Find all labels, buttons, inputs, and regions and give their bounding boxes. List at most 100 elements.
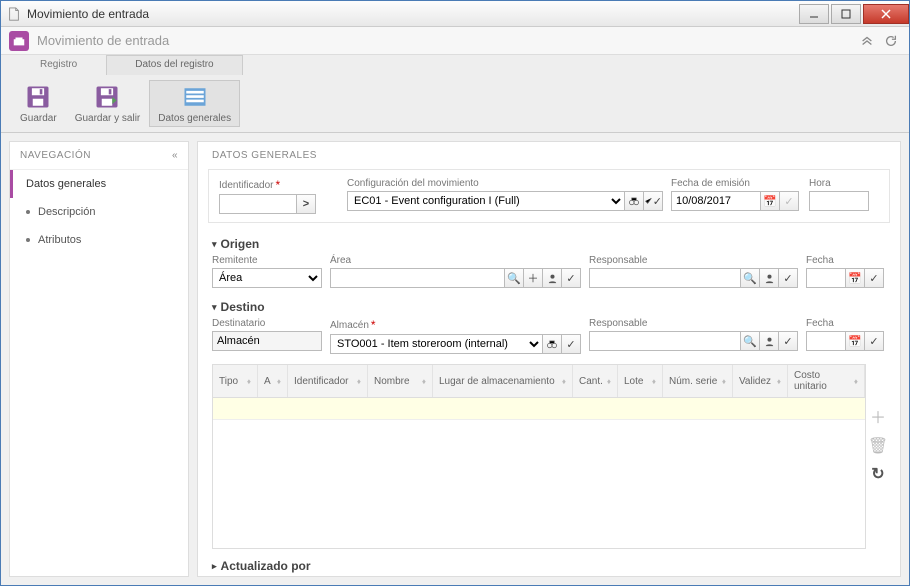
origen-fecha-label: Fecha <box>806 255 834 266</box>
grid-new-row[interactable] <box>213 398 865 420</box>
sidebar-item-atributos[interactable]: Atributos <box>10 226 188 254</box>
col-tipo[interactable]: Tipo♦ <box>213 365 258 397</box>
col-cant[interactable]: Cant.♦ <box>573 365 618 397</box>
collapse-icon[interactable] <box>857 31 877 51</box>
save-exit-label: Guardar y salir <box>75 113 141 124</box>
section-actualizado-header[interactable]: ▸Actualizado por <box>212 555 886 577</box>
items-table-zone: Tipo♦ A♦ Identificador♦ Nombre♦ Lugar de… <box>212 364 890 549</box>
responsable-clear-icon[interactable]: ✓ <box>778 331 798 351</box>
remitente-select[interactable]: Área <box>212 268 322 288</box>
sidebar-item-label: Atributos <box>38 234 81 246</box>
area-search-icon[interactable]: 🔍 <box>504 268 524 288</box>
col-identificador[interactable]: Identificador♦ <box>288 365 368 397</box>
close-button[interactable] <box>863 4 909 24</box>
sidebar-item-datos-generales[interactable]: Datos generales <box>10 170 188 198</box>
identificador-input[interactable] <box>219 194 297 214</box>
tab-registro[interactable]: Registro <box>11 55 106 75</box>
area-clear-icon[interactable]: ✓ <box>561 268 581 288</box>
app-header: Movimiento de entrada <box>1 27 909 55</box>
fecha-emision-input[interactable] <box>671 191 761 211</box>
nav-collapse-icon[interactable]: « <box>172 150 178 161</box>
config-select[interactable]: EC01 - Event configuration I (Full) <box>347 191 625 211</box>
col-costo[interactable]: Costo unitario♦ <box>788 365 865 397</box>
destino-fecha-clear-icon[interactable]: ✓ <box>864 331 884 351</box>
section-origen-title: Origen <box>221 237 260 251</box>
expand-triangle-icon: ▸ <box>212 561 217 572</box>
almacen-binoculars-icon[interactable] <box>542 334 562 354</box>
module-icon <box>9 31 29 51</box>
config-clear-icon[interactable]: ✓ <box>643 191 663 211</box>
section-destino-header[interactable]: ▾ Destino <box>212 296 886 318</box>
grid-refresh-icon[interactable]: ↻ <box>871 464 884 484</box>
grid-body[interactable] <box>213 398 865 548</box>
fecha-clear-icon[interactable]: ✓ <box>779 191 799 211</box>
col-numserie[interactable]: Núm. serie♦ <box>663 365 733 397</box>
save-label: Guardar <box>20 113 57 124</box>
window-title: Movimiento de entrada <box>27 7 797 21</box>
calendar-icon[interactable]: 📅 <box>845 268 865 288</box>
destino-fecha-input[interactable] <box>806 331 846 351</box>
almacen-select[interactable]: STO001 - Item storeroom (internal) <box>330 334 543 354</box>
origen-responsable-label: Responsable <box>589 255 647 266</box>
grid-tools: ＋ 🗑 ↻ <box>866 364 890 549</box>
grid-add-icon[interactable]: ＋ <box>870 404 886 428</box>
nav-title: NAVEGACIÓN <box>20 150 91 161</box>
config-binoculars-icon[interactable] <box>624 191 644 211</box>
col-a[interactable]: A♦ <box>258 365 288 397</box>
identificador-next-button[interactable]: > <box>296 194 316 214</box>
responsable-search-icon[interactable]: 🔍 <box>740 268 760 288</box>
window-titlebar: Movimiento de entrada <box>1 1 909 27</box>
sidebar-item-label: Descripción <box>38 206 95 218</box>
required-icon: * <box>275 178 280 192</box>
col-nombre[interactable]: Nombre♦ <box>368 365 433 397</box>
ribbon-toolbar: Guardar Guardar y salir Datos generales <box>1 75 909 133</box>
area-add-icon[interactable]: ＋ <box>523 268 543 288</box>
document-icon <box>7 7 21 21</box>
calendar-icon[interactable]: 📅 <box>760 191 780 211</box>
responsable-clear-icon[interactable]: ✓ <box>778 268 798 288</box>
navigation-panel: NAVEGACIÓN « Datos generales Descripción… <box>9 141 189 577</box>
section-origen-header[interactable]: ▾Origen <box>212 233 886 255</box>
destino-responsable-label: Responsable <box>589 318 647 329</box>
destinatario-label: Destinatario <box>212 318 265 329</box>
responsable-user-icon[interactable] <box>759 331 779 351</box>
col-lugar[interactable]: Lugar de almacenamiento♦ <box>433 365 573 397</box>
origen-fecha-clear-icon[interactable]: ✓ <box>864 268 884 288</box>
items-grid: Tipo♦ A♦ Identificador♦ Nombre♦ Lugar de… <box>212 364 866 549</box>
general-data-button[interactable]: Datos generales <box>149 80 240 127</box>
hora-label: Hora <box>809 178 831 189</box>
collapse-triangle-icon: ▾ <box>212 302 217 313</box>
almacen-label: Almacén <box>330 320 369 331</box>
destino-responsable-input[interactable] <box>589 331 741 351</box>
general-data-label: Datos generales <box>158 113 231 124</box>
form-top-row: Identificador* > Configuración del movim… <box>208 169 890 223</box>
origen-fecha-input[interactable] <box>806 268 846 288</box>
almacen-clear-icon[interactable]: ✓ <box>561 334 581 354</box>
required-icon: * <box>371 318 376 332</box>
grid-header: Tipo♦ A♦ Identificador♦ Nombre♦ Lugar de… <box>213 365 865 398</box>
maximize-button[interactable] <box>831 4 861 24</box>
area-user-icon[interactable] <box>542 268 562 288</box>
responsable-search-icon[interactable]: 🔍 <box>740 331 760 351</box>
grid-delete-icon[interactable]: 🗑 <box>868 436 888 456</box>
sidebar-item-label: Datos generales <box>26 178 106 190</box>
responsable-user-icon[interactable] <box>759 268 779 288</box>
refresh-icon[interactable] <box>881 31 901 51</box>
save-button[interactable]: Guardar <box>11 80 66 127</box>
minimize-button[interactable] <box>799 4 829 24</box>
col-lote[interactable]: Lote♦ <box>618 365 663 397</box>
identificador-label: Identificador <box>219 180 273 191</box>
main-title: DATOS GENERALES <box>198 142 900 169</box>
sidebar-item-descripcion[interactable]: Descripción <box>10 198 188 226</box>
area-input[interactable] <box>330 268 505 288</box>
remitente-label: Remitente <box>212 255 258 266</box>
hora-input[interactable] <box>809 191 869 211</box>
tab-datos-registro[interactable]: Datos del registro <box>106 55 242 75</box>
nav-header: NAVEGACIÓN « <box>10 142 188 170</box>
page-subtitle: Movimiento de entrada <box>37 33 853 48</box>
calendar-icon[interactable]: 📅 <box>845 331 865 351</box>
save-exit-button[interactable]: Guardar y salir <box>66 80 150 127</box>
col-validez[interactable]: Validez♦ <box>733 365 788 397</box>
origen-responsable-input[interactable] <box>589 268 741 288</box>
section-destino-title: Destino <box>221 300 265 314</box>
